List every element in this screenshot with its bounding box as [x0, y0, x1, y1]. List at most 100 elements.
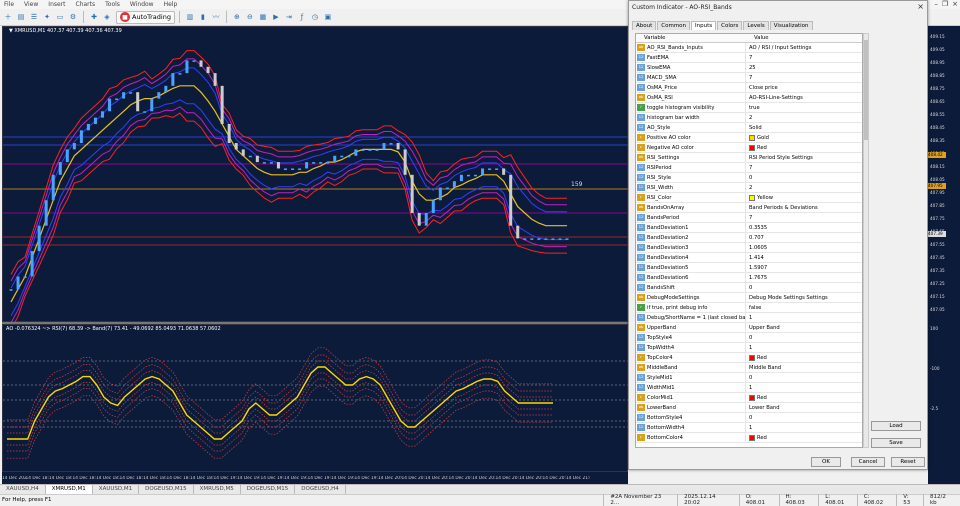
input-row[interactable]: ab LowerBand Lower Band: [636, 402, 862, 413]
menu-item-window[interactable]: Window: [128, 1, 154, 8]
input-value[interactable]: Red: [746, 354, 767, 361]
input-row[interactable]: c TopColor4 Red: [636, 352, 862, 363]
close-icon[interactable]: ×: [917, 2, 924, 11]
meta-editor-icon[interactable]: ◈: [101, 11, 113, 23]
input-value[interactable]: Yellow: [746, 194, 773, 201]
tile-windows-icon[interactable]: ▦: [257, 11, 269, 23]
menu-item-charts[interactable]: Charts: [74, 1, 96, 8]
input-row[interactable]: 12 BandDeviation4 1.414: [636, 252, 862, 263]
input-row[interactable]: ab MiddleBand Middle Band: [636, 362, 862, 373]
input-value[interactable]: 2: [746, 115, 752, 121]
input-row[interactable]: 12 BandsPeriod 7: [636, 212, 862, 223]
input-value[interactable]: RSI Period Style Settings: [746, 155, 813, 161]
input-row[interactable]: 12 OsMA_Price Close price: [636, 82, 862, 93]
input-row[interactable]: c RSI_Color Yellow: [636, 192, 862, 203]
input-value[interactable]: AO / RSI / Input Settings: [746, 45, 811, 51]
input-row[interactable]: 12 BandDeviation2 0.707: [636, 232, 862, 243]
input-value[interactable]: 0: [746, 375, 752, 381]
menu-item-help[interactable]: Help: [162, 1, 178, 8]
chart-tab[interactable]: DOGEUSD,M15: [241, 485, 296, 494]
input-row[interactable]: 12 SlowEMA 25: [636, 62, 862, 73]
autoscroll-icon[interactable]: ▶: [270, 11, 282, 23]
input-value[interactable]: Debug Mode Settings Settings: [746, 295, 828, 301]
ok-button[interactable]: OK: [811, 457, 841, 467]
input-row[interactable]: ab AO_RSI_Bands_Inputs AO / RSI / Input Se…: [636, 42, 862, 53]
minimize-icon[interactable]: –: [934, 0, 938, 9]
terminal-icon[interactable]: ▭: [54, 11, 66, 23]
input-value[interactable]: 25: [746, 65, 756, 71]
input-row[interactable]: ✓ toggle histogram visibility true: [636, 102, 862, 113]
input-row[interactable]: 12 histogram bar width 2: [636, 112, 862, 123]
chart-tab[interactable]: XMRUSD,M1: [45, 485, 93, 494]
input-value[interactable]: 2: [746, 185, 752, 191]
autotrading-button[interactable]: ■ AutoTrading: [116, 10, 175, 24]
input-value[interactable]: 0: [746, 175, 752, 181]
new-chart-icon[interactable]: ＋: [2, 11, 14, 23]
input-row[interactable]: ab OsMA_RSI AO-RSI-Line-Settings: [636, 92, 862, 103]
menu-item-insert[interactable]: Insert: [46, 1, 65, 8]
input-value[interactable]: Red: [746, 144, 767, 151]
input-row[interactable]: 12 BandsShift 0: [636, 282, 862, 293]
input-value[interactable]: Middle Band: [746, 365, 781, 371]
input-value[interactable]: true: [746, 105, 760, 111]
reset-button[interactable]: Reset: [891, 457, 925, 467]
navigator-icon[interactable]: ✦: [41, 11, 53, 23]
input-row[interactable]: 12 BottomWidth4 1: [636, 422, 862, 433]
main-chart[interactable]: ▼ XMRUSD,M1 407.37 407.39 407.36 407.39 …: [2, 26, 629, 323]
input-row[interactable]: 12 Debug/ShortName = 1 (last closed bar) 1: [636, 312, 862, 323]
candlestick-icon[interactable]: ▮: [197, 11, 209, 23]
input-value[interactable]: 7: [746, 75, 752, 81]
chart-tab[interactable]: XAUUSD,M1: [93, 485, 140, 494]
templates-icon[interactable]: ▣: [322, 11, 334, 23]
chart-tab[interactable]: XMRUSD,M5: [194, 485, 241, 494]
input-row[interactable]: c Negative AO color Red: [636, 142, 862, 153]
input-value[interactable]: Lower Band: [746, 405, 780, 411]
input-value[interactable]: Gold: [746, 134, 769, 141]
dialog-tab-visualization[interactable]: Visualization: [769, 21, 813, 30]
input-value[interactable]: 1.0605: [746, 245, 767, 251]
input-value[interactable]: Close price: [746, 85, 778, 91]
dialog-tab-levels[interactable]: Levels: [743, 21, 769, 30]
input-value[interactable]: AO-RSI-Line-Settings: [746, 95, 803, 101]
indicators-icon[interactable]: ƒ: [296, 11, 308, 23]
indicator-subwindow[interactable]: AO -0.076324 ~> RSI(7) 68.39 -> Band(7) …: [2, 324, 629, 472]
input-value[interactable]: 7: [746, 55, 752, 61]
input-row[interactable]: 12 BandDeviation5 1.5907: [636, 262, 862, 273]
zoom-in-icon[interactable]: ⊕: [231, 11, 243, 23]
dialog-tab-inputs[interactable]: Inputs: [691, 21, 717, 30]
input-row[interactable]: 12 MACD_SMA 7: [636, 72, 862, 83]
input-value[interactable]: Red: [746, 434, 767, 441]
close-icon[interactable]: ×: [952, 0, 958, 9]
input-value[interactable]: 7: [746, 165, 752, 171]
strategy-tester-icon[interactable]: ⚙: [67, 11, 79, 23]
input-value[interactable]: 0: [746, 335, 752, 341]
input-row[interactable]: 12 RSI_Width 2: [636, 182, 862, 193]
input-value[interactable]: 1.414: [746, 255, 764, 261]
input-row[interactable]: 12 TopWidth4 1: [636, 342, 862, 353]
input-row[interactable]: 12 RSIPeriod 7: [636, 162, 862, 173]
restore-icon[interactable]: ❐: [942, 0, 948, 9]
input-row[interactable]: ab UpperBand Upper Band: [636, 322, 862, 333]
bar-chart-icon[interactable]: ▥: [184, 11, 196, 23]
input-value[interactable]: 7: [746, 215, 752, 221]
menu-item-file[interactable]: File: [2, 1, 14, 8]
input-value[interactable]: Solid: [746, 125, 762, 131]
scrollbar-thumb[interactable]: [864, 40, 868, 140]
menu-item-tools[interactable]: Tools: [103, 1, 120, 8]
market-watch-icon[interactable]: ☰: [28, 11, 40, 23]
grid-scrollbar[interactable]: [863, 33, 869, 448]
price-axis[interactable]: 409.15 409.05 408.95 408.85 408.75 408.65 408.…: [928, 26, 960, 484]
input-row[interactable]: 12 BottomStyle4 0: [636, 412, 862, 423]
input-row[interactable]: 12 FastEMA 7: [636, 52, 862, 63]
input-value[interactable]: Red: [746, 394, 767, 401]
input-value[interactable]: 1.7675: [746, 275, 767, 281]
dialog-tab-colors[interactable]: Colors: [717, 21, 743, 30]
input-row[interactable]: ✓ if true, print debug info false: [636, 302, 862, 313]
menu-item-view[interactable]: View: [22, 1, 38, 8]
input-row[interactable]: 12 TopStyle4 0: [636, 332, 862, 343]
input-value[interactable]: false: [746, 305, 761, 311]
input-value[interactable]: 0: [746, 415, 752, 421]
input-row[interactable]: c ColorMid1 Red: [636, 392, 862, 403]
line-chart-icon[interactable]: 〰: [210, 11, 222, 23]
input-row[interactable]: 12 RSI_Style 0: [636, 172, 862, 183]
